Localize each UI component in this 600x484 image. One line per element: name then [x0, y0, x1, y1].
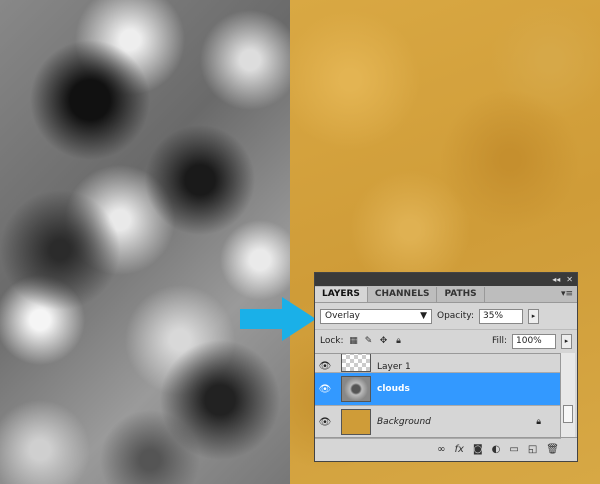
layer-row-layer-1[interactable]: 👁︎ Layer 1	[315, 354, 561, 373]
eye-icon[interactable]: 👁︎	[315, 384, 335, 395]
lock-icon: 🔒︎	[536, 417, 541, 427]
layer-row-background[interactable]: 👁︎ Background 🔒︎	[315, 406, 561, 439]
layer-thumbnail	[341, 354, 371, 372]
new-layer-icon[interactable]: ◱	[528, 444, 537, 455]
trash-icon[interactable]: 🗑︎	[546, 444, 559, 455]
close-icon[interactable]: ✕	[566, 273, 573, 286]
layers-scrollbar[interactable]	[560, 353, 575, 437]
lock-row: Lock: ▦ ✎ ✥ 🔒︎ Fill: 100% ▸	[315, 329, 577, 352]
panel-titlebar: ◂◂ ✕	[315, 273, 577, 286]
lock-transparent-icon[interactable]: ▦	[349, 336, 359, 346]
blend-mode-value: Overlay	[325, 311, 360, 321]
lock-move-icon[interactable]: ✥	[379, 336, 389, 346]
clouds-canvas	[0, 0, 290, 484]
layer-row-clouds[interactable]: 👁︎ clouds	[315, 373, 561, 406]
panel-menu-icon[interactable]: ▾≡	[561, 289, 573, 299]
layer-name: Background	[377, 417, 431, 427]
opacity-label: Opacity:	[437, 311, 474, 321]
eye-icon[interactable]: 👁︎	[315, 417, 335, 428]
eye-icon[interactable]: 👁︎	[315, 361, 335, 372]
layers-panel: ◂◂ ✕ LAYERS CHANNELS PATHS ▾≡ Overlay ▼ …	[314, 272, 578, 462]
layer-name: clouds	[377, 384, 410, 394]
scrollbar-thumb[interactable]	[563, 405, 573, 423]
layer-name: Layer 1	[377, 362, 411, 372]
blue-arrow-icon	[240, 297, 316, 341]
lock-all-icon[interactable]: 🔒︎	[394, 336, 404, 346]
link-layers-icon[interactable]: ∞	[437, 444, 445, 455]
fill-field[interactable]: 100%	[512, 333, 556, 349]
layer-thumbnail	[341, 409, 371, 435]
blend-mode-select[interactable]: Overlay ▼	[320, 308, 432, 324]
panel-tabs: LAYERS CHANNELS PATHS ▾≡	[315, 286, 577, 303]
layers-bottom-toolbar: ∞ fx ◙ ◐ ▭ ◱ 🗑︎	[315, 437, 577, 461]
fx-icon[interactable]: fx	[455, 444, 464, 455]
group-icon[interactable]: ▭	[509, 444, 518, 455]
opacity-field[interactable]: 35%	[479, 308, 523, 324]
fill-slider-toggle[interactable]: ▸	[561, 333, 572, 349]
opacity-slider-toggle[interactable]: ▸	[528, 308, 539, 324]
adjustment-icon[interactable]: ◐	[492, 444, 501, 455]
blend-row: Overlay ▼ Opacity: 35% ▸	[315, 303, 577, 329]
lock-paint-icon[interactable]: ✎	[364, 336, 374, 346]
tab-paths[interactable]: PATHS	[437, 287, 485, 302]
layers-list: 👁︎ Layer 1 👁︎ clouds 👁︎ Background 🔒︎	[315, 353, 561, 439]
fill-label: Fill:	[491, 336, 507, 346]
tab-channels[interactable]: CHANNELS	[368, 287, 438, 302]
chevron-down-icon: ▼	[420, 311, 427, 321]
collapse-icon[interactable]: ◂◂	[552, 273, 560, 286]
tab-layers[interactable]: LAYERS	[315, 287, 368, 302]
lock-label: Lock:	[320, 336, 344, 346]
mask-icon[interactable]: ◙	[473, 444, 483, 455]
layer-thumbnail	[341, 376, 371, 402]
